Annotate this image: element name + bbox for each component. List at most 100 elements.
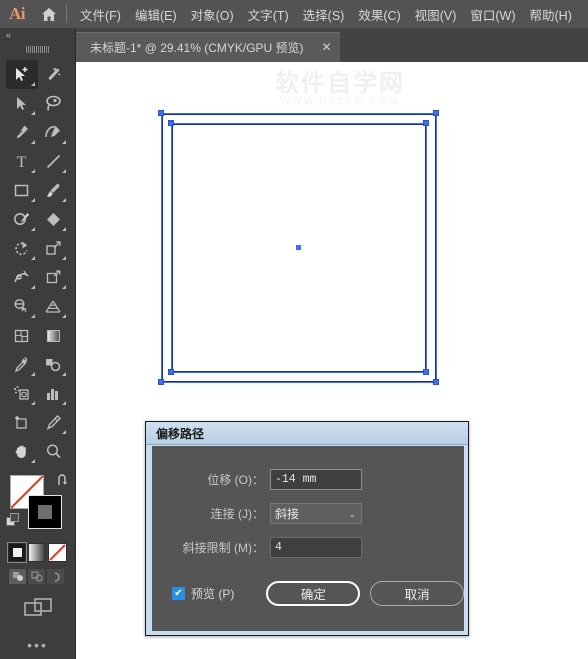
zoom-tool[interactable]: [38, 437, 70, 466]
app-logo: Ai: [9, 4, 26, 23]
home-icon[interactable]: [34, 0, 64, 28]
menu-view[interactable]: 视图(V): [408, 1, 464, 28]
collapse-panel-icon[interactable]: «: [0, 28, 75, 42]
width-tool[interactable]: [6, 263, 38, 292]
preview-checkbox[interactable]: ✔ 预览 (P): [172, 585, 256, 602]
curvature-tool[interactable]: [38, 118, 70, 147]
lasso-tool[interactable]: [38, 89, 70, 118]
offset-value-input[interactable]: [270, 468, 362, 490]
joins-label: 连接 (J)：: [210, 506, 264, 521]
panel-drag-handle[interactable]: [0, 42, 75, 56]
menu-window[interactable]: 窗口(W): [463, 1, 522, 28]
type-tool[interactable]: T: [6, 147, 38, 176]
eyedropper-tool[interactable]: [6, 350, 38, 379]
tool-flyout-indicator: [30, 198, 35, 202]
tool-flyout-indicator: [30, 285, 35, 289]
tool-flyout-indicator: [62, 198, 66, 202]
miter-field-row: 斜接限制 (M)：: [152, 535, 464, 559]
tool-flyout-indicator: [30, 314, 35, 318]
offset-path-dialog: 偏移路径 位移 (O)： 连接 (J)： 斜接 ⌄ 斜接限制 (M)：: [145, 421, 469, 636]
miter-limit-input[interactable]: [270, 536, 362, 558]
menu-file[interactable]: 文件(F): [73, 1, 128, 28]
column-graph-tool[interactable]: [38, 379, 70, 408]
menu-bar: Ai 文件(F) 编辑(E) 对象(O) 文字(T) 选择(S) 效果(C) 视…: [0, 0, 588, 28]
anchor-top-right[interactable]: [423, 120, 429, 126]
anchor-bottom-right[interactable]: [423, 369, 429, 375]
check-icon: ✔: [174, 587, 183, 599]
menu-object[interactable]: 对象(O): [184, 1, 241, 28]
anchor-top-left[interactable]: [168, 120, 174, 126]
checkbox-box[interactable]: ✔: [172, 587, 185, 600]
anchor-bottom-left[interactable]: [168, 369, 174, 375]
joins-field-row: 连接 (J)： 斜接 ⌄: [152, 501, 464, 525]
document-tab[interactable]: 未标题-1* @ 29.41% (CMYK/GPU 预览) ✕: [76, 32, 340, 62]
draw-behind-button[interactable]: [27, 568, 46, 585]
tool-flyout-indicator: [62, 285, 66, 289]
tool-flyout-indicator: [30, 140, 35, 144]
pen-tool[interactable]: [6, 118, 38, 147]
hand-tool[interactable]: [6, 437, 38, 466]
swap-fill-stroke-icon[interactable]: [56, 474, 69, 490]
tool-flyout-indicator: [30, 256, 35, 260]
watermark: 软件自学网 WWW.RJZXW.COM: [260, 70, 420, 108]
handle-bottom-left[interactable]: [158, 379, 164, 385]
svg-text:T: T: [17, 154, 27, 170]
menu-help[interactable]: 帮助(H): [523, 1, 579, 28]
handle-top-right[interactable]: [433, 110, 439, 116]
drawing-mode-row: [0, 565, 75, 585]
menu-select[interactable]: 选择(S): [296, 1, 352, 28]
shaper-tool[interactable]: [6, 205, 38, 234]
menu-type[interactable]: 文字(T): [241, 1, 296, 28]
document-tab-bar: 未标题-1* @ 29.41% (CMYK/GPU 预览) ✕: [0, 28, 588, 62]
selection-plus-tool[interactable]: [6, 60, 38, 89]
gradient-tool[interactable]: [38, 321, 70, 350]
shape-builder-tool[interactable]: [6, 292, 38, 321]
gradient-mode-button[interactable]: [28, 543, 46, 562]
perspective-grid-tool[interactable]: [38, 292, 70, 321]
menu-edit[interactable]: 编辑(E): [128, 1, 184, 28]
artwork-selection[interactable]: [158, 110, 439, 385]
tool-flyout-indicator: [30, 459, 35, 463]
symbol-sprayer-tool[interactable]: [6, 379, 38, 408]
preview-label: 预览 (P): [191, 587, 235, 601]
rectangle-tool[interactable]: [6, 176, 38, 205]
ok-button[interactable]: 确定: [266, 581, 361, 606]
artboard-tool[interactable]: [6, 408, 38, 437]
close-icon[interactable]: ✕: [320, 40, 334, 55]
line-segment-tool[interactable]: [38, 147, 70, 176]
none-mode-button[interactable]: [48, 543, 67, 562]
draw-inside-button[interactable]: [46, 568, 65, 585]
color-mode-button[interactable]: [7, 542, 27, 563]
tools-panel: « T •••: [0, 28, 76, 659]
draw-normal-button[interactable]: [8, 568, 27, 585]
magic-wand-tool[interactable]: [38, 60, 70, 89]
scale-tool[interactable]: [38, 234, 70, 263]
illustrator-window: Ai 文件(F) 编辑(E) 对象(O) 文字(T) 选择(S) 效果(C) 视…: [0, 0, 588, 659]
joins-select[interactable]: 斜接 ⌄: [270, 502, 362, 524]
tool-flyout-indicator: [62, 169, 66, 173]
edit-toolbar-button[interactable]: •••: [0, 637, 75, 653]
free-transform-tool[interactable]: [38, 263, 70, 292]
cancel-button[interactable]: 取消: [370, 581, 464, 606]
default-fill-stroke-icon[interactable]: [6, 513, 20, 532]
change-screen-mode-button[interactable]: [0, 597, 75, 621]
offset-field-row: 位移 (O)：: [152, 467, 464, 491]
eraser-tool[interactable]: [38, 205, 70, 234]
tool-flyout-indicator: [62, 314, 66, 318]
mesh-tool[interactable]: [6, 321, 38, 350]
rotate-tool[interactable]: [6, 234, 38, 263]
fill-stroke-controls: [0, 473, 75, 539]
slice-tool[interactable]: [38, 408, 70, 437]
direct-selection-tool[interactable]: [6, 89, 38, 118]
stroke-swatch[interactable]: [28, 495, 62, 529]
paintbrush-tool[interactable]: [38, 176, 70, 205]
handle-top-left[interactable]: [158, 110, 164, 116]
blend-tool[interactable]: [38, 350, 70, 379]
tool-flyout-indicator: [30, 372, 35, 376]
tool-flyout-indicator: [30, 169, 35, 173]
miter-limit-label: 斜接限制 (M)：: [182, 540, 264, 555]
handle-bottom-right[interactable]: [433, 379, 439, 385]
menu-effect[interactable]: 效果(C): [351, 1, 407, 28]
chevron-down-icon: ⌄: [348, 508, 356, 519]
tool-flyout-indicator: [62, 401, 66, 405]
